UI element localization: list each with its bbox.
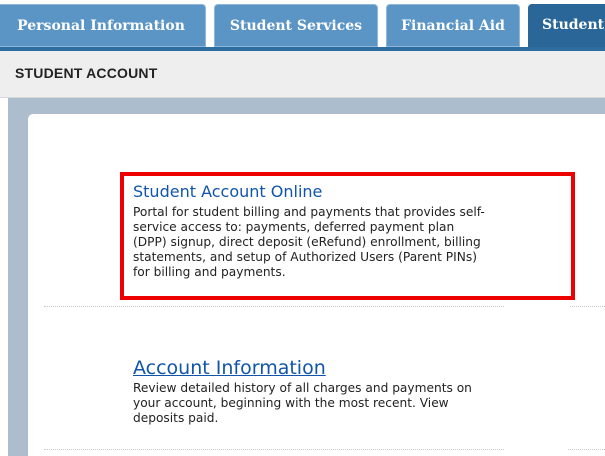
description-line: (DPP) signup, direct deposit (eRefund) e… <box>133 235 481 249</box>
description-line: your account, beginning with the most re… <box>133 396 449 410</box>
description-line: Review detailed history of all charges a… <box>133 381 472 395</box>
tab-financial-aid[interactable]: Financial Aid <box>386 4 520 47</box>
account-information-description: Review detailed history of all charges a… <box>133 381 472 426</box>
description-line: deposits paid. <box>133 411 219 425</box>
tab-student-services[interactable]: Student Services <box>214 4 378 47</box>
account-information-link[interactable]: Account Information <box>133 357 326 379</box>
section-header: STUDENT ACCOUNT <box>0 51 605 98</box>
tab-student[interactable]: Student <box>528 4 605 47</box>
divider <box>568 449 605 451</box>
description-line: Portal for student billing and payments … <box>133 205 485 219</box>
description-line: service access to: payments, deferred pa… <box>133 220 455 234</box>
page-title: STUDENT ACCOUNT <box>15 65 158 81</box>
tab-bar: Personal Information Student Services Fi… <box>0 0 605 51</box>
description-line: statements, and setup of Authorized User… <box>133 250 477 264</box>
divider <box>44 449 504 451</box>
divider <box>44 306 504 308</box>
divider <box>570 306 605 308</box>
student-account-online-description: Portal for student billing and payments … <box>133 205 485 280</box>
student-account-online-link[interactable]: Student Account Online <box>133 182 322 201</box>
tab-personal-information[interactable]: Personal Information <box>0 4 206 47</box>
description-line: for billing and payments. <box>133 265 286 279</box>
